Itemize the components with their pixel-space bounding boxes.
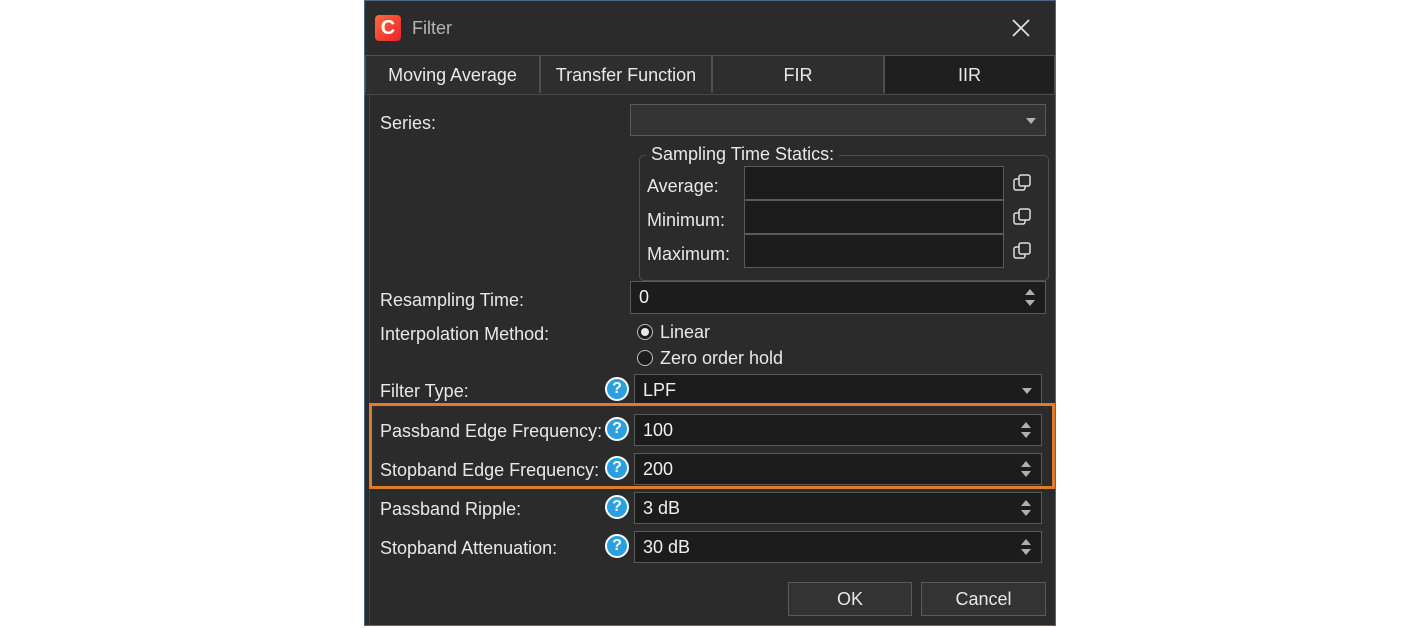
spinner-arrows[interactable] [1024,282,1036,313]
help-icon[interactable]: ? [605,495,629,519]
title-bar: C Filter [365,1,1055,55]
close-button[interactable] [1001,11,1041,45]
resampling-time-value: 0 [639,287,650,307]
close-icon [1012,19,1030,37]
filter-dialog: C Filter Moving Average Transfer Functio… [364,0,1056,626]
filter-type-value: LPF [643,380,677,400]
ok-button[interactable]: OK [788,582,912,616]
passband-ripple-input[interactable]: 3 dB [634,492,1042,524]
resampling-time-label: Resampling Time: [380,290,525,310]
radio-linear-label: Linear [660,322,711,342]
copy-icon[interactable] [1012,241,1032,261]
copy-icon[interactable] [1012,173,1032,193]
radio-zero-order-hold-label: Zero order hold [660,348,784,368]
filter-type-label: Filter Type: [380,381,469,401]
radio-linear[interactable] [637,324,653,340]
minimum-field[interactable] [744,200,1004,234]
chevron-down-icon [1026,118,1036,124]
help-icon[interactable]: ? [605,534,629,558]
spinner-arrows[interactable] [1020,493,1032,523]
passband-ripple-value: 3 dB [643,498,681,518]
spinner-arrows[interactable] [1020,532,1032,562]
highlight-box [369,403,1055,489]
filter-type-dropdown[interactable]: LPF [634,374,1042,406]
minimum-label: Minimum: [647,210,726,230]
radio-selected-dot [641,328,649,336]
stopband-attenuation-value: 30 dB [643,537,691,557]
resampling-time-input[interactable]: 0 [630,281,1046,314]
window-title: Filter [412,18,452,38]
tab-fir[interactable]: FIR [712,55,884,93]
copy-icon[interactable] [1012,207,1032,227]
help-icon[interactable]: ? [605,377,629,401]
tab-transfer-function[interactable]: Transfer Function [540,55,712,93]
maximum-label: Maximum: [647,244,731,264]
tab-bar: Moving Average Transfer Function FIR IIR [365,55,1055,95]
series-dropdown[interactable] [630,104,1046,136]
interpolation-method-label: Interpolation Method: [380,324,550,344]
average-field[interactable] [744,166,1004,200]
chevron-down-icon [1022,388,1032,394]
maximum-field[interactable] [744,234,1004,268]
average-label: Average: [647,176,719,196]
app-logo-icon: C [375,15,401,41]
radio-zero-order-hold[interactable] [637,350,653,366]
group-title: Sampling Time Statics: [646,144,840,165]
iir-panel: Series: Sampling Time Statics: Average: … [369,95,1052,625]
sampling-time-statics-group: Sampling Time Statics: Average: Minimum:… [639,144,1049,281]
series-label: Series: [380,113,437,133]
tab-iir[interactable]: IIR [884,55,1055,93]
tab-moving-average[interactable]: Moving Average [365,55,540,93]
stopband-attenuation-input[interactable]: 30 dB [634,531,1042,563]
stopband-attenuation-label: Stopband Attenuation: [380,538,558,558]
passband-ripple-label: Passband Ripple: [380,499,522,519]
cancel-button[interactable]: Cancel [921,582,1046,616]
